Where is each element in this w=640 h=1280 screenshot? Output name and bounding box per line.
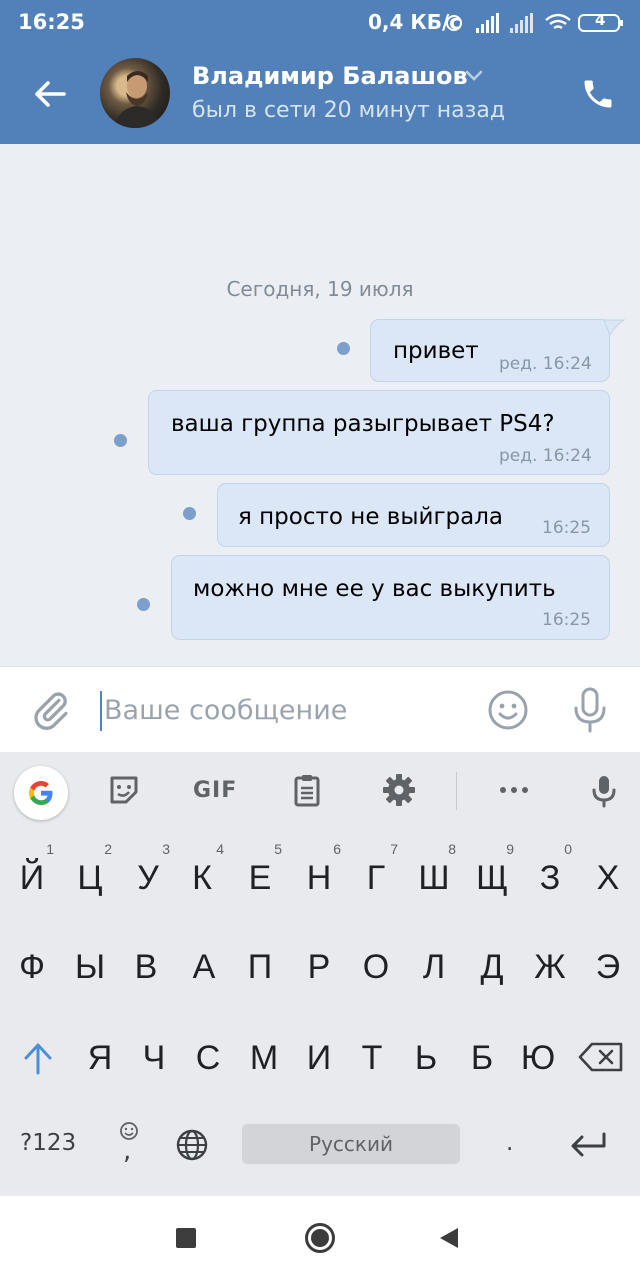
message-input[interactable]: Ваше сообщение: [104, 695, 347, 726]
bubble-tail: [604, 319, 626, 335]
key-ы[interactable]: Ы: [62, 932, 118, 1002]
backspace-icon[interactable]: [578, 1042, 624, 1072]
key-ю[interactable]: Ю: [510, 1023, 566, 1093]
comma-key[interactable]: ,: [123, 1136, 131, 1166]
key-я[interactable]: Я: [72, 1023, 128, 1093]
key-д[interactable]: Д: [464, 932, 520, 1002]
google-icon[interactable]: [14, 766, 68, 820]
message-bubble[interactable]: можно мне ее у вас выкупить 16:25: [171, 555, 610, 640]
settings-icon[interactable]: [379, 770, 419, 810]
key-ф[interactable]: Ф: [4, 932, 60, 1002]
alarm-icon: [446, 15, 462, 31]
message-bubble[interactable]: я просто не выйграла 16:25: [217, 483, 610, 547]
key-г[interactable]: Г7: [348, 841, 404, 913]
key-н[interactable]: Н6: [291, 841, 347, 913]
unread-indicator: [114, 434, 127, 447]
key-ж[interactable]: Ж: [522, 932, 578, 1002]
key-а[interactable]: А: [176, 932, 232, 1002]
status-bar: 16:25 0,4 КБ/с 4: [0, 0, 640, 46]
voice-input-icon[interactable]: [584, 770, 624, 810]
key-ц[interactable]: Ц2: [62, 841, 118, 913]
avatar[interactable]: [100, 58, 170, 128]
chevron-down-icon[interactable]: [465, 70, 483, 82]
nav-back-icon[interactable]: [438, 1226, 460, 1250]
battery-level: 4: [595, 11, 606, 29]
nav-home-icon[interactable]: [304, 1222, 336, 1254]
toolbar-divider: [456, 772, 457, 810]
signal-icon: [476, 13, 499, 33]
shift-icon[interactable]: [20, 1040, 56, 1076]
phone-icon[interactable]: [580, 76, 616, 112]
unread-indicator: [183, 507, 196, 520]
paperclip-icon[interactable]: [30, 689, 72, 731]
system-nav-bar: [0, 1196, 640, 1280]
key-з[interactable]: З0: [522, 841, 578, 913]
last-seen-status: был в сети 20 минут назад: [192, 98, 506, 123]
text-cursor: [100, 691, 102, 731]
space-key[interactable]: Русский: [242, 1124, 460, 1164]
smile-icon[interactable]: [487, 689, 529, 731]
back-arrow-icon[interactable]: [30, 74, 70, 114]
contact-name[interactable]: Владимир Балашов: [192, 62, 468, 90]
message-time: 16:25: [542, 610, 591, 630]
nav-recents-icon[interactable]: [176, 1228, 196, 1248]
key-э[interactable]: Э: [580, 932, 636, 1002]
key-й[interactable]: Й1: [4, 841, 60, 913]
message-text: можно мне ее у вас выкупить: [193, 576, 556, 602]
key-п[interactable]: П: [232, 932, 288, 1002]
key-л[interactable]: Л: [406, 932, 462, 1002]
key-ш[interactable]: Ш8: [406, 841, 462, 913]
key-б[interactable]: Б: [454, 1023, 510, 1093]
avatar-photo: [114, 71, 160, 128]
key-к[interactable]: К4: [174, 841, 230, 913]
sticker-icon[interactable]: [104, 770, 144, 810]
message-bubble[interactable]: ваша группа разыгрывает PS4? ред. 16:24: [148, 390, 610, 475]
key-и[interactable]: И: [291, 1023, 347, 1093]
keyboard: GIF Й1 Ц2 У3 К4 Е 5 Н 6 Г 7 Ш 8 Щ 9 З 0 …: [0, 752, 640, 1196]
status-time: 16:25: [18, 10, 85, 34]
wifi-icon: [545, 13, 571, 29]
message-time: 16:25: [542, 518, 591, 538]
message-text: я просто не выйграла: [238, 504, 504, 530]
message-text: привет: [393, 338, 479, 364]
message-bubble[interactable]: привет ред. 16:24: [370, 319, 610, 382]
gif-button[interactable]: GIF: [193, 778, 237, 803]
key-м[interactable]: М: [236, 1023, 292, 1093]
symbols-key[interactable]: ?123: [20, 1130, 76, 1156]
key-щ[interactable]: Щ9: [464, 841, 520, 913]
enter-icon[interactable]: [568, 1130, 608, 1160]
key-р[interactable]: Р: [291, 932, 347, 1002]
key-е[interactable]: Е5: [232, 841, 288, 913]
chat-header: 16:25 0,4 КБ/с 4 Владимир Балашов был в …: [0, 0, 640, 144]
message-time: ред. 16:24: [499, 354, 592, 374]
date-separator: Сегодня, 19 июля: [226, 277, 414, 301]
message-text: ваша группа разыгрывает PS4?: [171, 411, 555, 437]
key-ч[interactable]: Ч: [126, 1023, 182, 1093]
key-с[interactable]: С: [180, 1023, 236, 1093]
key-в[interactable]: В: [118, 932, 174, 1002]
unread-indicator: [137, 598, 150, 611]
globe-icon[interactable]: [175, 1128, 209, 1162]
more-icon[interactable]: [494, 770, 534, 810]
signal-icon-2: [510, 13, 533, 33]
microphone-icon[interactable]: [572, 687, 608, 733]
key-о[interactable]: О: [348, 932, 404, 1002]
message-composer: Ваше сообщение: [0, 666, 640, 752]
key-у[interactable]: У3: [120, 841, 176, 913]
key-х[interactable]: Х: [580, 843, 636, 913]
key-ь[interactable]: Ь: [398, 1023, 454, 1093]
keyboard-toolbar: GIF: [0, 752, 640, 830]
message-time: ред. 16:24: [499, 446, 592, 466]
period-key[interactable]: .: [506, 1130, 513, 1156]
clipboard-icon[interactable]: [287, 770, 327, 810]
unread-indicator: [337, 342, 350, 355]
key-т[interactable]: Т: [344, 1023, 400, 1093]
